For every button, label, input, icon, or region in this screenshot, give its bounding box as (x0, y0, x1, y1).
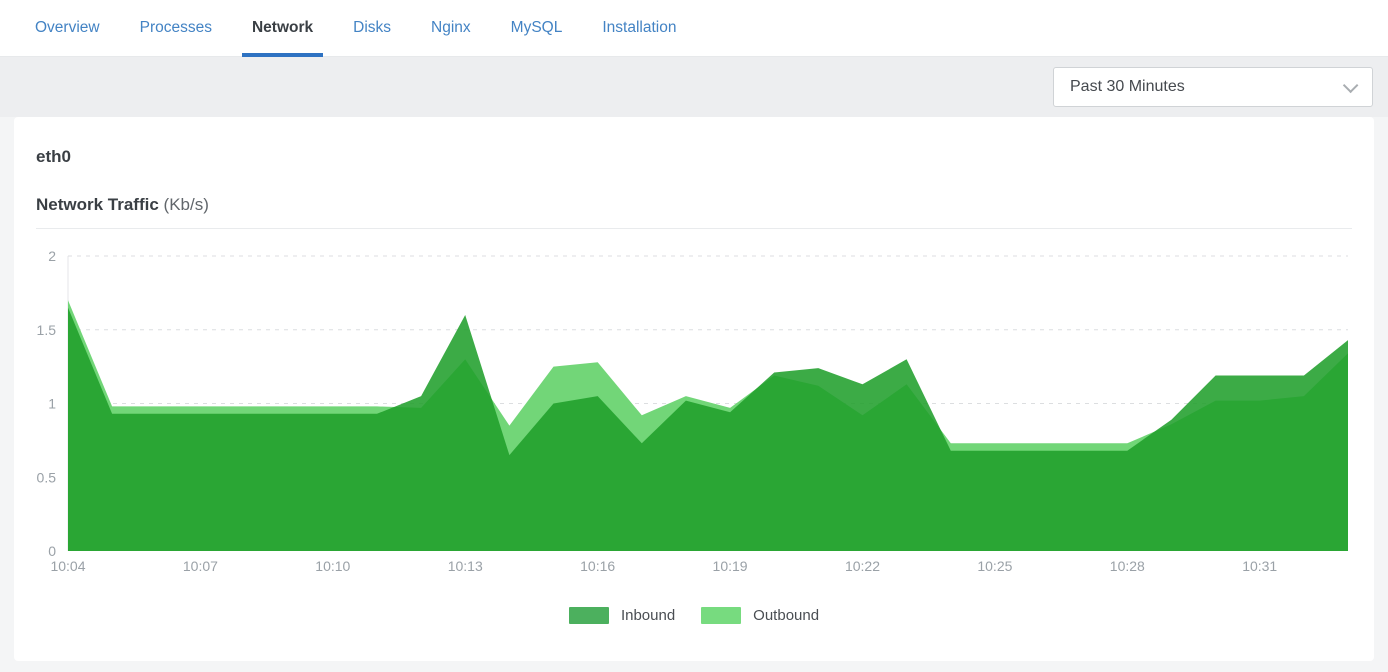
tab-processes[interactable]: Processes (130, 0, 222, 57)
time-range-value: Past 30 Minutes (1070, 78, 1185, 96)
chart-area: 0 0.5 1 1.5 2 10:04 10:07 10:10 10:13 10:16 10:19 1… (18, 238, 1374, 593)
chart-title: Network Traffic (Kb/s) (14, 167, 1374, 228)
tab-installation[interactable]: Installation (592, 0, 686, 57)
chevron-down-icon (1343, 77, 1359, 93)
svg-text:0: 0 (48, 543, 56, 559)
chart-legend: Inbound Outbound (14, 607, 1374, 624)
tab-disks[interactable]: Disks (343, 0, 401, 57)
legend-swatch-outbound (701, 607, 741, 624)
svg-text:1: 1 (48, 396, 56, 412)
svg-text:2: 2 (48, 248, 56, 264)
legend-label: Inbound (621, 607, 675, 624)
svg-text:10:10: 10:10 (315, 558, 350, 574)
svg-text:10:16: 10:16 (580, 558, 615, 574)
divider (36, 228, 1352, 229)
svg-text:10:04: 10:04 (50, 558, 85, 574)
legend-item-outbound[interactable]: Outbound (701, 607, 819, 624)
legend-swatch-inbound (569, 607, 609, 624)
network-traffic-card: eth0 Network Traffic (Kb/s) 0 0.5 1 1.5 2 10:… (14, 117, 1374, 661)
tab-network[interactable]: Network (242, 0, 323, 57)
chart-unit: (Kb/s) (164, 195, 209, 214)
time-range-dropdown[interactable]: Past 30 Minutes (1053, 67, 1373, 107)
interface-title: eth0 (14, 117, 1374, 167)
chart-title-text: Network Traffic (36, 195, 159, 214)
tab-mysql[interactable]: MySQL (501, 0, 573, 57)
svg-text:0.5: 0.5 (37, 469, 57, 485)
svg-text:10:22: 10:22 (845, 558, 880, 574)
svg-text:10:28: 10:28 (1110, 558, 1145, 574)
svg-text:10:07: 10:07 (183, 558, 218, 574)
svg-text:10:13: 10:13 (448, 558, 483, 574)
legend-item-inbound[interactable]: Inbound (569, 607, 675, 624)
traffic-chart: 0 0.5 1 1.5 2 10:04 10:07 10:10 10:13 10:16 10:19 1… (18, 238, 1370, 588)
svg-text:10:25: 10:25 (977, 558, 1012, 574)
tab-bar: Overview Processes Network Disks Nginx MySQL I… (0, 0, 1388, 57)
svg-text:10:31: 10:31 (1242, 558, 1277, 574)
svg-text:1.5: 1.5 (37, 322, 57, 338)
tab-overview[interactable]: Overview (25, 0, 110, 57)
tab-nginx[interactable]: Nginx (421, 0, 481, 57)
legend-label: Outbound (753, 607, 819, 624)
svg-text:10:19: 10:19 (713, 558, 748, 574)
filter-band: Past 30 Minutes (0, 57, 1388, 117)
